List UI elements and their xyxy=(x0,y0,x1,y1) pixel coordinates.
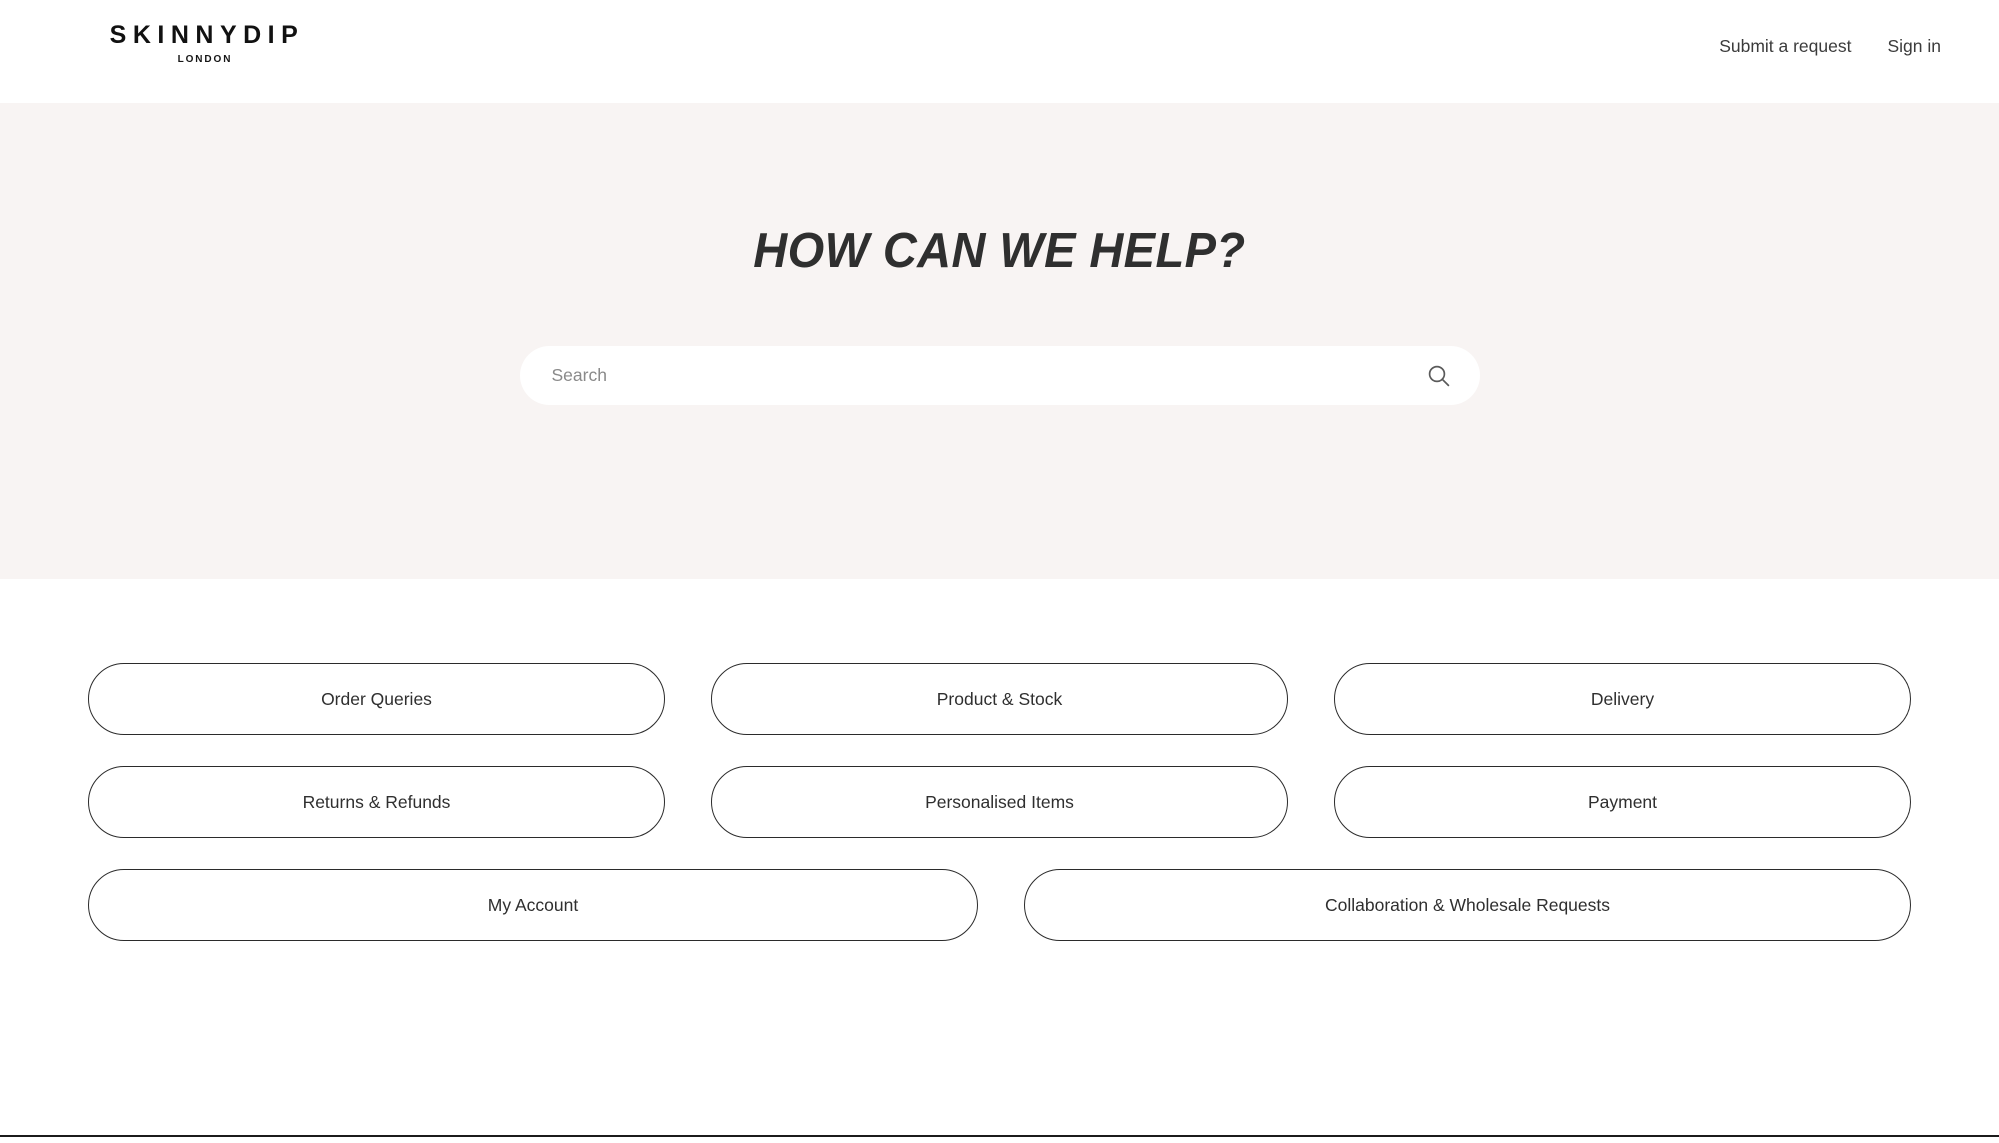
category-order-queries[interactable]: Order Queries xyxy=(88,663,665,735)
brand-logo-subtext: LONDON xyxy=(177,54,233,66)
nav-submit-a-request[interactable]: Submit a request xyxy=(1719,36,1851,57)
category-product-and-stock[interactable]: Product & Stock xyxy=(711,663,1288,735)
brand-logo-wordmark: SKINNYDIP xyxy=(109,21,305,49)
nav-sign-in[interactable]: Sign in xyxy=(1887,36,1941,57)
search-icon[interactable] xyxy=(1424,361,1454,391)
category-row: Order Queries Product & Stock Delivery xyxy=(88,663,1911,735)
search-input[interactable] xyxy=(551,346,1424,405)
category-personalised-items[interactable]: Personalised Items xyxy=(711,766,1288,838)
category-returns-and-refunds[interactable]: Returns & Refunds xyxy=(88,766,665,838)
header-nav: Submit a request Sign in xyxy=(1719,0,1941,57)
footer-divider xyxy=(0,1135,1999,1137)
hero-section: HOW CAN WE HELP? xyxy=(0,103,1999,579)
category-delivery[interactable]: Delivery xyxy=(1334,663,1911,735)
category-row: Returns & Refunds Personalised Items Pay… xyxy=(88,766,1911,838)
category-payment[interactable]: Payment xyxy=(1334,766,1911,838)
help-center-page: SKINNYDIP LONDON Submit a request Sign i… xyxy=(0,0,1999,1143)
category-my-account[interactable]: My Account xyxy=(88,869,978,941)
category-list: Order Queries Product & Stock Delivery R… xyxy=(0,579,1999,941)
site-header: SKINNYDIP LONDON Submit a request Sign i… xyxy=(0,0,1999,103)
category-row: My Account Collaboration & Wholesale Req… xyxy=(88,869,1911,941)
search-bar[interactable] xyxy=(519,346,1480,405)
brand-logo[interactable]: SKINNYDIP LONDON xyxy=(88,0,320,66)
page-title: HOW CAN WE HELP? xyxy=(753,224,1246,278)
category-collaboration-and-wholesale-requests[interactable]: Collaboration & Wholesale Requests xyxy=(1024,869,1911,941)
